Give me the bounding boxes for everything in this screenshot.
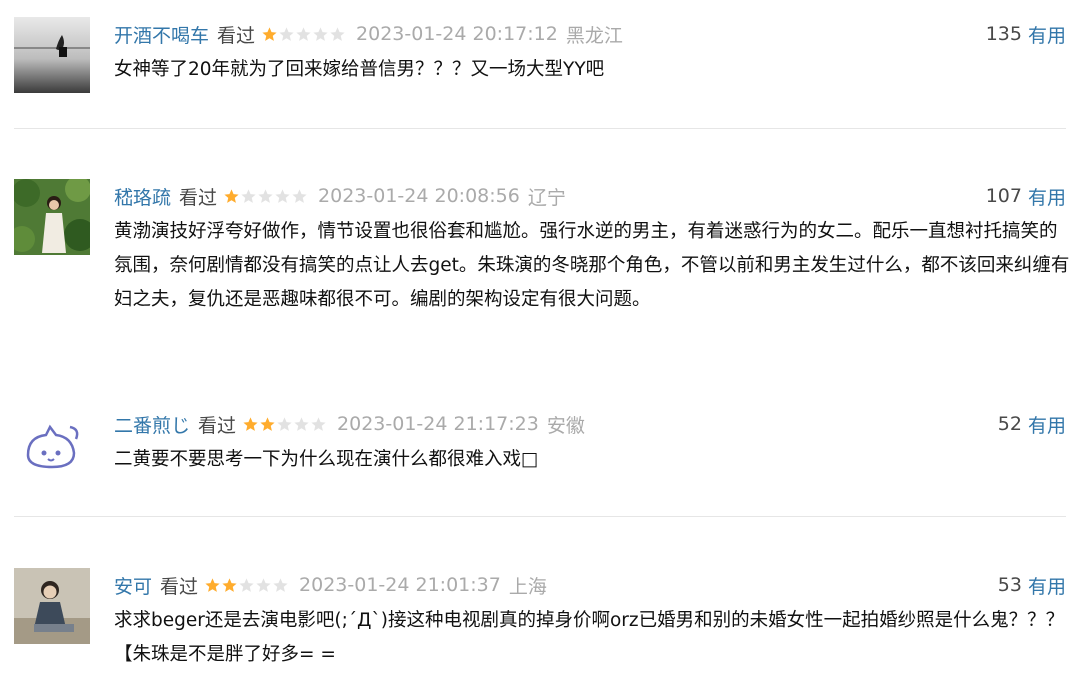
comment-location: 安徽 bbox=[546, 414, 585, 437]
comment-location: 上海 bbox=[508, 575, 547, 598]
star-empty-icon bbox=[276, 416, 293, 433]
silhouette-avatar-icon[interactable] bbox=[14, 17, 90, 93]
vote-area: 53 有用 bbox=[998, 568, 1066, 602]
comment-meta: 二番煎じ 看过 2023-01-24 21:17:23 安徽 bbox=[114, 407, 585, 441]
username-link[interactable]: 开酒不喝车 bbox=[114, 21, 209, 48]
vote-area: 107 有用 bbox=[986, 179, 1066, 213]
vote-count: 107 bbox=[985, 185, 1022, 207]
useful-button[interactable]: 有用 bbox=[1028, 183, 1066, 210]
vote-count: 52 bbox=[997, 413, 1022, 435]
divider bbox=[14, 516, 1066, 517]
comment-location: 辽宁 bbox=[527, 186, 566, 209]
comment-time: 2023-01-24 20:08:56 bbox=[318, 185, 520, 207]
watch-status: 看过 bbox=[198, 414, 237, 437]
watch-status: 看过 bbox=[160, 575, 199, 598]
comment-location: 黑龙江 bbox=[565, 24, 623, 47]
comment-text: 黄渤演技好浮夸好做作，情节设置也很俗套和尴尬。强行水逆的男主，有着迷惑行为的女二… bbox=[114, 221, 1070, 310]
watch-status: 看过 bbox=[217, 24, 256, 47]
cartoon-cat-avatar-icon[interactable] bbox=[14, 407, 90, 483]
star-empty-icon bbox=[238, 577, 255, 594]
star-empty-icon bbox=[312, 26, 329, 43]
star-empty-icon bbox=[257, 188, 274, 205]
girl-in-garden-avatar-icon[interactable] bbox=[14, 179, 90, 255]
comment-meta: 安可 看过 2023-01-24 21:01:37 上海 bbox=[114, 568, 547, 602]
comment-time: 2023-01-24 20:17:12 bbox=[356, 23, 558, 45]
comment-text: 女神等了20年就为了回来嫁给普信男？？？又一场大型YY吧 bbox=[114, 59, 605, 80]
star-empty-icon bbox=[329, 26, 346, 43]
comment-text: 二黄要不要思考一下为什么现在演什么都很难入戏□ bbox=[114, 449, 539, 470]
divider bbox=[14, 128, 1066, 129]
star-empty-icon bbox=[293, 416, 310, 433]
useful-button[interactable]: 有用 bbox=[1028, 572, 1066, 599]
username-link[interactable]: 嵇珞疏 bbox=[114, 183, 171, 210]
star-empty-icon bbox=[295, 26, 312, 43]
vote-area: 135 有用 bbox=[986, 17, 1066, 51]
star-filled-icon bbox=[204, 577, 221, 594]
useful-button[interactable]: 有用 bbox=[1028, 411, 1066, 438]
comment-text: 求求beger还是去演电影吧(;´Д`)接这种电视剧真的掉身价啊orz已婚男和别… bbox=[114, 610, 1065, 665]
star-filled-icon bbox=[261, 26, 278, 43]
rating-stars bbox=[223, 188, 308, 205]
username-link[interactable]: 安可 bbox=[114, 572, 152, 599]
star-empty-icon bbox=[240, 188, 257, 205]
seated-girl-avatar-icon[interactable] bbox=[14, 568, 90, 644]
star-empty-icon bbox=[274, 188, 291, 205]
vote-area: 52 有用 bbox=[998, 407, 1066, 441]
star-empty-icon bbox=[310, 416, 327, 433]
comment-meta: 开酒不喝车 看过 2023-01-24 20:17:12 黑龙江 bbox=[114, 17, 623, 51]
star-filled-icon bbox=[242, 416, 259, 433]
star-empty-icon bbox=[255, 577, 272, 594]
star-empty-icon bbox=[291, 188, 308, 205]
rating-stars bbox=[242, 416, 327, 433]
watch-status: 看过 bbox=[179, 186, 218, 209]
rating-stars bbox=[261, 26, 346, 43]
star-filled-icon bbox=[223, 188, 240, 205]
useful-button[interactable]: 有用 bbox=[1028, 21, 1066, 48]
vote-count: 135 bbox=[985, 23, 1022, 45]
vote-count: 53 bbox=[997, 574, 1022, 596]
comment-time: 2023-01-24 21:01:37 bbox=[299, 574, 501, 596]
comment-time: 2023-01-24 21:17:23 bbox=[337, 413, 539, 435]
comment-meta: 嵇珞疏 看过 2023-01-24 20:08:56 辽宁 bbox=[114, 179, 566, 213]
username-link[interactable]: 二番煎じ bbox=[114, 411, 190, 438]
comment-list: 开酒不喝车 看过 2023-01-24 20:17:12 黑龙江 135 有用 … bbox=[0, 0, 1080, 691]
star-filled-icon bbox=[259, 416, 276, 433]
star-filled-icon bbox=[221, 577, 238, 594]
rating-stars bbox=[204, 577, 289, 594]
star-empty-icon bbox=[272, 577, 289, 594]
star-empty-icon bbox=[278, 26, 295, 43]
